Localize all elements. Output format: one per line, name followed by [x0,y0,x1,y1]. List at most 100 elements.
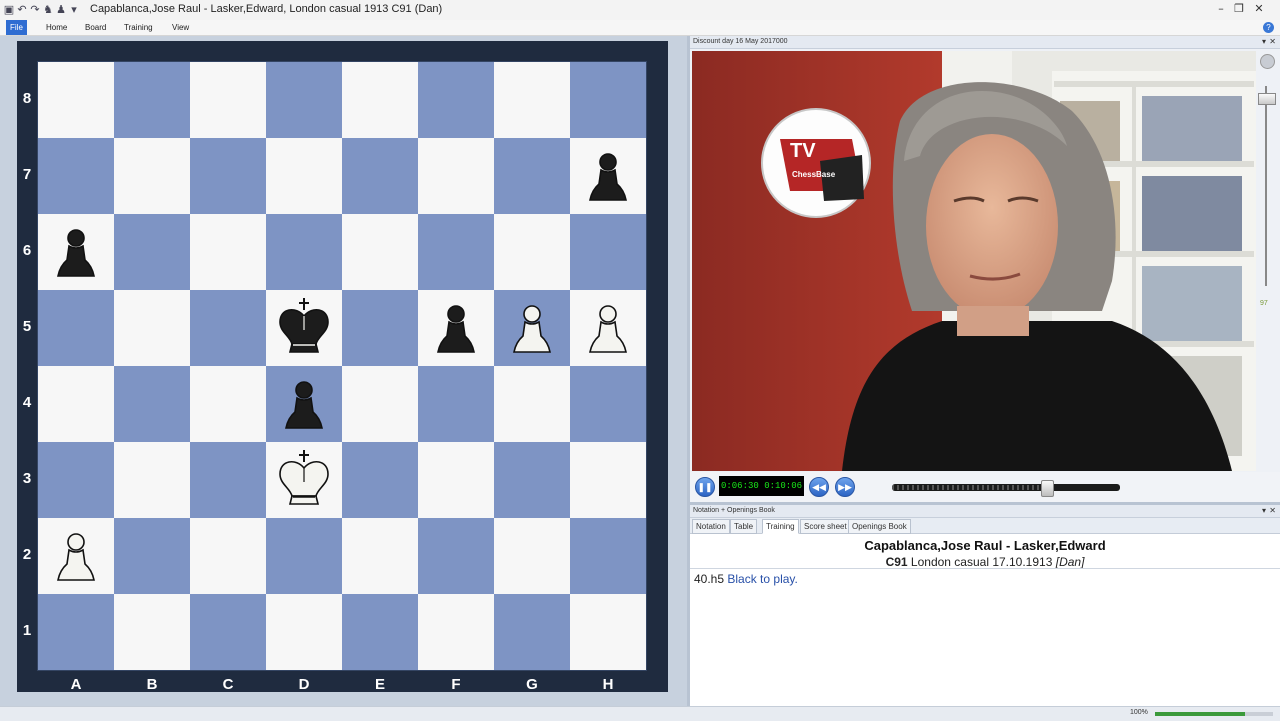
black-pawn-icon[interactable] [570,138,646,214]
square-h6[interactable] [570,214,646,290]
square-a8[interactable] [38,62,114,138]
video-frame[interactable]: TV ChessBase [692,51,1256,471]
square-b4[interactable] [114,366,190,442]
volume-track[interactable] [1265,86,1267,286]
ribbon-tab-file[interactable]: File [6,20,27,35]
square-c5[interactable] [190,290,266,366]
fast-forward-button[interactable]: ▶▶ [835,477,855,497]
tab-notation[interactable]: Notation [692,519,730,534]
square-c6[interactable] [190,214,266,290]
square-c1[interactable] [190,594,266,670]
close-button[interactable]: ✕ [1250,1,1268,17]
ribbon-tab-board[interactable]: Board [81,20,110,35]
square-e1[interactable] [342,594,418,670]
square-f6[interactable] [418,214,494,290]
seek-thumb[interactable] [1041,480,1055,497]
square-h3[interactable] [570,442,646,518]
white-king-icon[interactable] [266,442,342,518]
square-d6[interactable] [266,214,342,290]
square-d2[interactable] [266,518,342,594]
square-a4[interactable] [38,366,114,442]
square-c3[interactable] [190,442,266,518]
square-a7[interactable] [38,138,114,214]
square-c4[interactable] [190,366,266,442]
move-text[interactable]: 40.h5 [694,572,724,586]
square-a1[interactable] [38,594,114,670]
square-f3[interactable] [418,442,494,518]
square-f4[interactable] [418,366,494,442]
square-a3[interactable] [38,442,114,518]
customize-icon[interactable]: ▾ [68,3,80,17]
ribbon-tab-view[interactable]: View [168,20,193,35]
square-g1[interactable] [494,594,570,670]
white-pawn-icon[interactable] [494,290,570,366]
square-f1[interactable] [418,594,494,670]
square-h2[interactable] [570,518,646,594]
ribbon-tab-home[interactable]: Home [42,20,71,35]
square-d1[interactable] [266,594,342,670]
volume-thumb[interactable] [1258,93,1276,105]
pane-menu-icon[interactable]: ▾ [1262,505,1266,517]
tab-score-sheet[interactable]: Score sheet [800,519,851,534]
black-pawn-icon[interactable] [418,290,494,366]
square-g4[interactable] [494,366,570,442]
square-d7[interactable] [266,138,342,214]
help-icon[interactable]: ? [1263,22,1274,33]
pane-close-icon[interactable]: ✕ [1269,505,1276,517]
square-b2[interactable] [114,518,190,594]
square-b6[interactable] [114,214,190,290]
square-b3[interactable] [114,442,190,518]
white-pawn-icon[interactable] [570,290,646,366]
square-c8[interactable] [190,62,266,138]
square-f8[interactable] [418,62,494,138]
square-g6[interactable] [494,214,570,290]
square-g8[interactable] [494,62,570,138]
square-e6[interactable] [342,214,418,290]
square-h4[interactable] [570,366,646,442]
pawn-icon[interactable]: ♟ [55,3,67,17]
black-king-icon[interactable] [266,290,342,366]
square-a5[interactable] [38,290,114,366]
minimize-button[interactable]: – [1212,1,1230,17]
white-pawn-icon[interactable] [38,518,114,594]
pane-close-icon[interactable]: ✕ [1269,36,1276,48]
zoom-slider[interactable] [1155,712,1245,716]
zoom-slider-rest[interactable] [1245,712,1273,716]
square-e8[interactable] [342,62,418,138]
square-b1[interactable] [114,594,190,670]
pause-button[interactable]: ❚❚ [695,477,715,497]
seek-slider[interactable] [892,480,1120,497]
square-f7[interactable] [418,138,494,214]
square-e2[interactable] [342,518,418,594]
square-c2[interactable] [190,518,266,594]
square-b7[interactable] [114,138,190,214]
restore-button[interactable]: ❐ [1230,1,1248,17]
undo-icon[interactable]: ↶ [16,3,28,17]
square-h1[interactable] [570,594,646,670]
square-h8[interactable] [570,62,646,138]
tab-table[interactable]: Table [730,519,758,534]
rewind-button[interactable]: ◀◀ [809,477,829,497]
board-icon[interactable]: ▣ [3,3,15,17]
ribbon-tab-training[interactable]: Training [120,20,157,35]
square-b8[interactable] [114,62,190,138]
settings-knob-icon[interactable] [1260,54,1275,69]
square-e4[interactable] [342,366,418,442]
square-b5[interactable] [114,290,190,366]
square-c7[interactable] [190,138,266,214]
square-e7[interactable] [342,138,418,214]
black-pawn-icon[interactable] [266,366,342,442]
tab-openings-book[interactable]: Openings Book [848,519,911,534]
square-g2[interactable] [494,518,570,594]
tab-training[interactable]: Training [762,519,799,534]
redo-icon[interactable]: ↷ [29,3,41,17]
square-g7[interactable] [494,138,570,214]
square-e5[interactable] [342,290,418,366]
chess-board[interactable] [37,61,647,671]
square-f2[interactable] [418,518,494,594]
square-g3[interactable] [494,442,570,518]
black-pawn-icon[interactable] [38,214,114,290]
square-e3[interactable] [342,442,418,518]
pane-menu-icon[interactable]: ▾ [1262,36,1266,48]
knight-icon[interactable]: ♞ [42,3,54,17]
